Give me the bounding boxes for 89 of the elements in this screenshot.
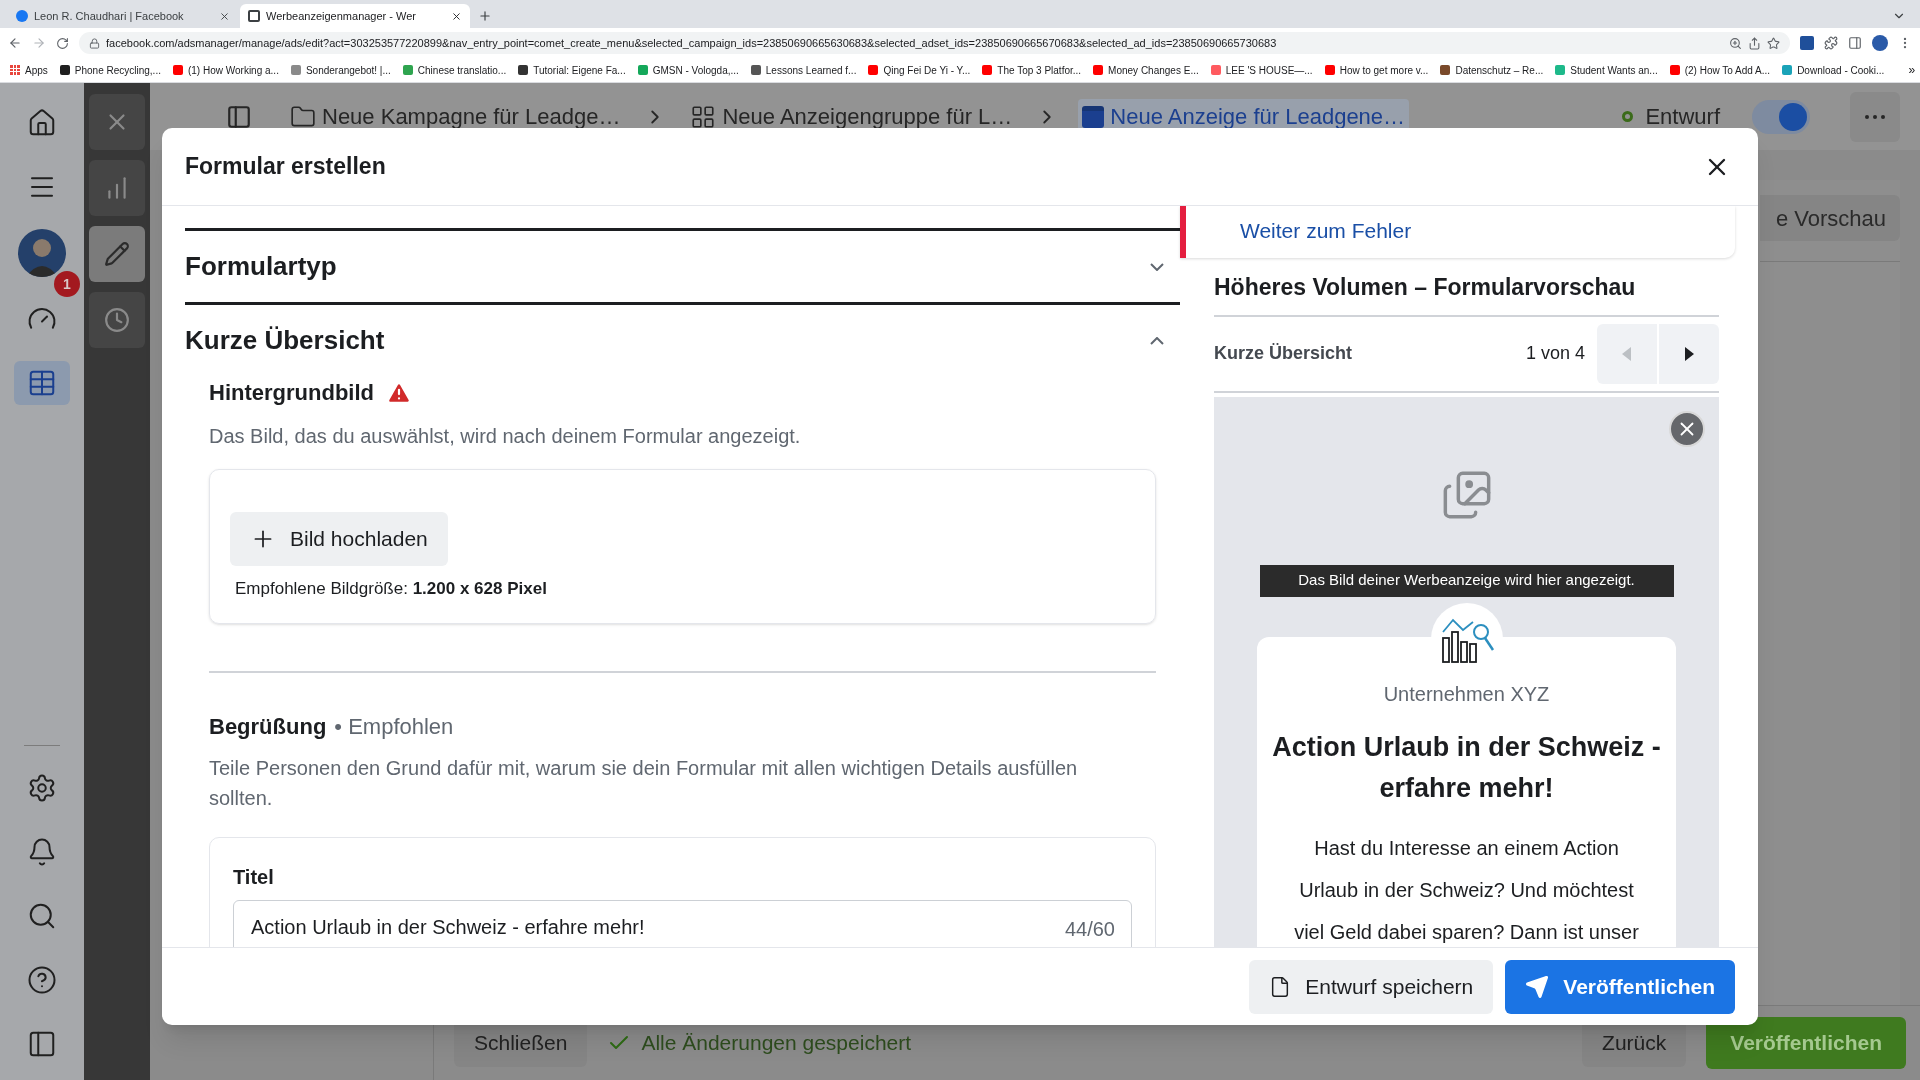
company-name: Unternehmen XYZ [1383,681,1550,707]
bookmark[interactable]: Student Wants an... [1555,62,1658,78]
avatar[interactable] [18,229,66,277]
clock-icon [104,307,130,333]
ad-icon [1082,105,1105,128]
table-icon [27,368,57,398]
reload-icon[interactable] [56,36,69,50]
star-icon[interactable] [1767,36,1780,50]
tool-button[interactable] [89,226,145,282]
form-body: Hast du Interesse an einem Action Urlaub in der Schweiz? Und möchtest viel Geld dabei sparen? Dann ist unser [1294,835,1639,945]
puzzle-icon[interactable] [1824,36,1838,50]
image-notice: Das Bild deiner Werbeanzeige wird hier angezeigt. [1259,564,1674,597]
browser-tab[interactable]: Werbeanzeigenmanager - Wer [240,4,470,28]
sidebar-toggle-icon[interactable] [226,103,252,130]
notification-badge: 1 [54,271,80,297]
character-counter: 44/60 [1064,917,1115,942]
subsection-title: Begrüßung [209,713,327,741]
error-link[interactable]: Weiter zum Fehler [1240,214,1412,246]
modal-title: Formular erstellen [185,152,386,182]
bookmark[interactable]: GMSN - Vologda,... [637,62,739,78]
bookmark[interactable]: LEE 'S HOUSE—... [1210,62,1313,78]
address-bar[interactable] [79,32,1790,54]
lock-icon [89,37,100,49]
save-draft-button[interactable]: Entwurf speichern [1249,959,1494,1014]
next-icon [1684,346,1694,361]
profile-avatar[interactable] [1872,35,1888,51]
help-icon [27,965,57,995]
preview-button[interactable]: e Vorschau [1760,195,1900,241]
breadcrumb[interactable]: Neue Anzeigengruppe für L… [686,98,1017,135]
form-headline: Action Urlaub in der Schweiz - erfahre mehr! [1271,730,1662,805]
zoom-icon[interactable] [1729,36,1742,50]
bookmark[interactable]: The Top 3 Platfor... [982,62,1082,78]
more-icon [1865,114,1885,119]
publish-button[interactable]: Veröffentlichen [1505,959,1735,1014]
grid-icon [690,103,717,130]
saved-status: Alle Änderungen gespeichert [641,1030,912,1057]
new-tab-icon[interactable] [478,9,492,23]
back-icon[interactable] [8,36,22,50]
previous-icon [1622,346,1632,361]
bookmark[interactable]: Tutorial: Eigene Fa... [518,62,626,78]
bookmark[interactable]: Lessons Learned f... [750,62,857,78]
bookmark[interactable]: Apps [10,62,48,78]
bookmark[interactable]: Qing Fei De Yi - Y... [868,62,971,78]
bell-icon [27,837,57,867]
bookmark[interactable]: Phone Recycling,... [59,62,161,78]
tool-button[interactable] [89,94,145,150]
url-text: facebook.com/adsmanager/manage/ads/edit?act=303253577220899&nav_entry_point=comet_create_menu&selected_campaign_ids=23850690665630683&selected_adset_ids=23850690665670683&selected_ad_ids=23850690665730683 [106,35,1278,51]
recommended-note: • Empfohlen [334,713,454,741]
nav-item[interactable] [14,361,70,405]
send-icon [1525,974,1550,999]
close-tab-icon[interactable] [219,10,230,22]
bookmark[interactable]: Chinese translatio... [402,62,507,78]
description: Teile Personen den Grund dafür mit, warum sie dein Formular mit allen wichtigen Details ausfüllen sollten. [209,756,1079,811]
preview-step: Kurze Übersicht [1214,340,1526,367]
facebook-favicon-icon [16,10,28,22]
bookmark[interactable]: Datenschutz – Re... [1440,62,1544,78]
ads-favicon-icon [248,10,260,22]
section-header[interactable]: Formulartyp [185,228,1180,302]
side-panel-icon[interactable] [1848,36,1862,50]
browser-tab[interactable]: Leon R. Chaudhari | Facebook [8,4,238,28]
settings-icon [27,773,57,803]
bookmark[interactable]: (1) How Working a... [172,62,279,78]
bookmark[interactable]: Sonderangebot! |... [290,62,391,78]
close-preview-button[interactable] [1669,410,1705,447]
bookmark[interactable]: Money Changes E... [1093,62,1199,78]
chevron-up-icon [1150,336,1164,345]
search-icon [27,901,57,931]
upload-button[interactable]: Bild hochladen [230,512,448,566]
panel-icon [27,1029,57,1059]
toggle-switch[interactable] [1752,99,1810,134]
size-hint: Empfohlene Bildgröße: 1.200 x 628 Pixel [235,578,548,600]
status-label: Entwurf [1645,103,1720,131]
close-tab-icon[interactable] [451,10,462,22]
subsection-title: Hintergrundbild [209,379,374,407]
bookmark[interactable]: (2) How To Add A... [1669,62,1771,78]
more-bookmarks[interactable]: » [1908,61,1916,79]
breadcrumb[interactable]: Neue Kampagne für Leadge… [286,98,625,135]
description: Das Bild, das du auswählst, wird nach deinem Formular angezeigt. [209,424,802,449]
pencil-icon [104,241,130,267]
home-icon [27,108,57,138]
chevron-down-icon [1150,262,1164,271]
bookmark[interactable]: Download - Cooki... [1782,62,1885,78]
share-icon[interactable] [1748,36,1761,50]
section-header[interactable]: Kurze Übersicht [185,302,1180,376]
tool-button[interactable] [89,292,145,348]
bookmark[interactable]: How to get more v... [1324,62,1429,78]
field-label: Titel [233,866,274,888]
page-indicator: 1 von 4 [1525,342,1585,365]
preview-title: Höheres Volumen – Formularvorschau [1214,274,1636,300]
